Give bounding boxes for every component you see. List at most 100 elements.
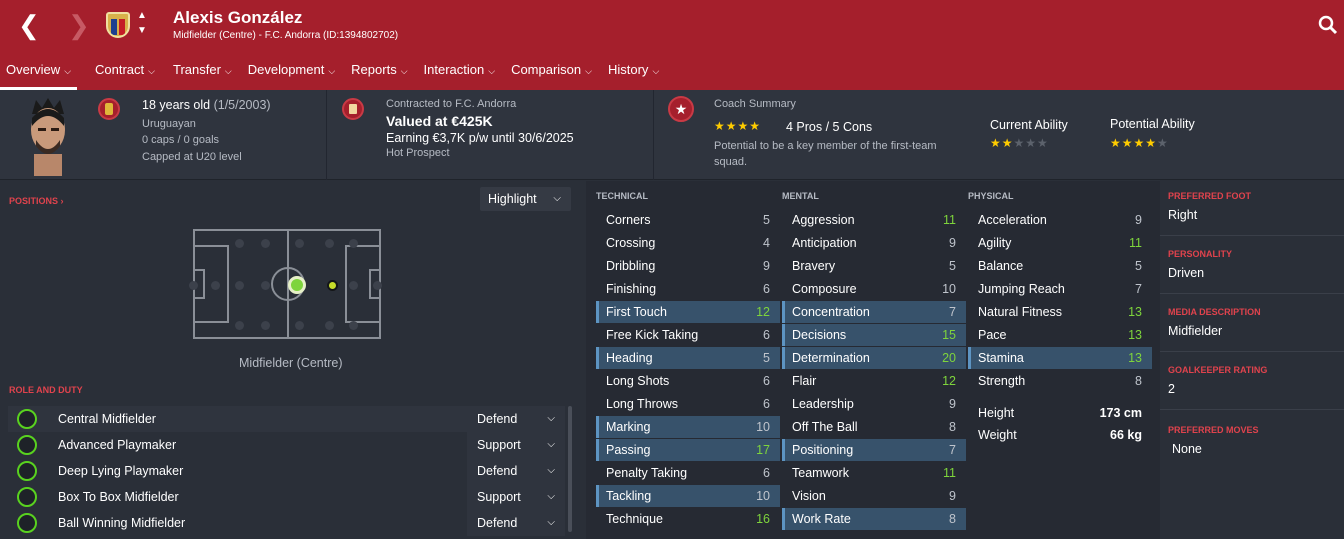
technical-attribute-row[interactable]: Heading 5 xyxy=(596,347,780,369)
attribute-value: 5 xyxy=(1135,259,1142,273)
role-row[interactable]: Central Midfielder Defend ⌵ xyxy=(8,406,565,432)
technical-attribute-row[interactable]: Long Throws 6 xyxy=(596,393,780,415)
tab-development[interactable]: Development ⌵ xyxy=(242,56,341,90)
pros-cons-text: 4 Pros / 5 Cons xyxy=(786,120,873,134)
technical-attribute-row[interactable]: Penalty Taking 6 xyxy=(596,462,780,484)
role-row[interactable]: Advanced Playmaker Support ⌵ xyxy=(8,432,565,458)
role-row[interactable]: Box To Box Midfielder Support ⌵ xyxy=(8,484,565,510)
mental-attribute-row[interactable]: Composure 10 xyxy=(782,278,966,300)
mental-attribute-row[interactable]: Work Rate 8 xyxy=(782,508,966,530)
duty-dropdown[interactable]: Defend ⌵ xyxy=(467,406,565,432)
technical-attribute-row[interactable]: Technique 16 xyxy=(596,508,780,530)
physical-attribute-row[interactable]: Balance 5 xyxy=(968,255,1152,277)
attribute-name: Pace xyxy=(978,328,1007,342)
attribute-value: 7 xyxy=(949,305,956,319)
attribute-name: Balance xyxy=(978,259,1024,273)
attribute-value: 11 xyxy=(943,466,956,480)
mental-attribute-row[interactable]: Vision 9 xyxy=(782,485,966,507)
attribute-name: Penalty Taking xyxy=(606,466,688,480)
tab-overview[interactable]: Overview ⌵ xyxy=(0,56,78,90)
technical-attribute-row[interactable]: Crossing 4 xyxy=(596,232,780,254)
role-rating-icon xyxy=(17,409,37,429)
roles-scrollbar[interactable] xyxy=(568,406,572,532)
club-crest-icon[interactable] xyxy=(106,12,130,38)
technical-attribute-row[interactable]: Dribbling 9 xyxy=(596,255,780,277)
attribute-value: 5 xyxy=(763,351,770,365)
accomplished-position-marker xyxy=(327,280,338,291)
physical-attribute-row[interactable]: Jumping Reach 7 xyxy=(968,278,1152,300)
physical-attribute-row[interactable]: Strength 8 xyxy=(968,370,1152,392)
role-rating-icon xyxy=(17,487,37,507)
weight-row: Weight 66 kg xyxy=(968,424,1152,446)
forward-arrow-icon[interactable]: ❯ xyxy=(68,12,90,38)
attribute-name: Acceleration xyxy=(978,213,1047,227)
mental-attribute-row[interactable]: Positioning 7 xyxy=(782,439,966,461)
technical-attribute-row[interactable]: Passing 17 xyxy=(596,439,780,461)
attribute-value: 12 xyxy=(756,305,770,319)
search-icon[interactable] xyxy=(1318,15,1338,35)
mental-attribute-row[interactable]: Anticipation 9 xyxy=(782,232,966,254)
attribute-value: 5 xyxy=(763,213,770,227)
technical-attribute-row[interactable]: Tackling 10 xyxy=(596,485,780,507)
mental-attribute-row[interactable]: Flair 12 xyxy=(782,370,966,392)
technical-attribute-row[interactable]: Free Kick Taking 6 xyxy=(596,324,780,346)
attribute-value: 13 xyxy=(1128,305,1142,319)
technical-attribute-row[interactable]: First Touch 12 xyxy=(596,301,780,323)
tab-transfer[interactable]: Transfer ⌵ xyxy=(167,56,238,90)
duty-dropdown[interactable]: Support ⌵ xyxy=(467,484,565,510)
mental-attribute-row[interactable]: Concentration 7 xyxy=(782,301,966,323)
age-text: 18 years old xyxy=(142,98,211,112)
duty-dropdown[interactable]: Defend ⌵ xyxy=(467,510,565,536)
tab-contract[interactable]: Contract ⌵ xyxy=(89,56,161,90)
attribute-value: 6 xyxy=(763,466,770,480)
technical-attribute-row[interactable]: Finishing 6 xyxy=(596,278,780,300)
tab-comparison[interactable]: Comparison ⌵ xyxy=(505,56,598,90)
caps-text: 0 caps / 0 goals xyxy=(142,134,220,146)
tab-interaction[interactable]: Interaction ⌵ xyxy=(418,56,502,90)
mental-attribute-row[interactable]: Leadership 9 xyxy=(782,393,966,415)
role-rating-icon xyxy=(17,513,37,533)
mental-attribute-row[interactable]: Aggression 11 xyxy=(782,209,966,231)
attribute-name: Dribbling xyxy=(606,259,656,273)
tab-reports[interactable]: Reports ⌵ xyxy=(345,56,413,90)
attribute-name: Aggression xyxy=(792,213,855,227)
technical-header: TECHNICAL xyxy=(596,191,648,201)
weight-value: 66 kg xyxy=(1110,428,1142,442)
physical-attribute-row[interactable]: Pace 13 xyxy=(968,324,1152,346)
profile-panel: PREFERRED FOOT Right PERSONALITY Driven ME… xyxy=(1160,181,1344,539)
player-info-strip: 18 years old (1/5/2003) Uruguayan 0 caps… xyxy=(0,90,1344,180)
duty-dropdown[interactable]: Defend ⌵ xyxy=(467,458,565,484)
physical-attribute-row[interactable]: Natural Fitness 13 xyxy=(968,301,1152,323)
attribute-value: 9 xyxy=(949,397,956,411)
technical-attribute-row[interactable]: Corners 5 xyxy=(596,209,780,231)
club-contract-icon xyxy=(342,98,364,120)
mental-attribute-row[interactable]: Off The Ball 8 xyxy=(782,416,966,438)
positions-label[interactable]: POSITIONS › xyxy=(9,196,64,206)
technical-attribute-row[interactable]: Long Shots 6 xyxy=(596,370,780,392)
player-switch-up-icon[interactable]: ▲ xyxy=(137,10,147,21)
attribute-value: 20 xyxy=(942,351,956,365)
weight-label: Weight xyxy=(978,428,1017,442)
attribute-name: Composure xyxy=(792,282,857,296)
physical-attribute-row[interactable]: Acceleration 9 xyxy=(968,209,1152,231)
physical-attribute-row[interactable]: Stamina 13 xyxy=(968,347,1152,369)
mental-attribute-row[interactable]: Decisions 15 xyxy=(782,324,966,346)
duty-dropdown[interactable]: Support ⌵ xyxy=(467,432,565,458)
attribute-name: Agility xyxy=(978,236,1012,250)
role-row[interactable]: Deep Lying Playmaker Defend ⌵ xyxy=(8,458,565,484)
header-bar: ❮ ❯ ▲ ▼ Alexis González Midfielder (Cent… xyxy=(0,0,1344,90)
player-switch-down-icon[interactable]: ▼ xyxy=(137,25,147,36)
mental-attribute-row[interactable]: Determination 20 xyxy=(782,347,966,369)
mental-attribute-row[interactable]: Teamwork 11 xyxy=(782,462,966,484)
mental-attribute-row[interactable]: Bravery 5 xyxy=(782,255,966,277)
technical-attribute-row[interactable]: Marking 10 xyxy=(596,416,780,438)
back-arrow-icon[interactable]: ❮ xyxy=(18,12,40,38)
physical-attribute-row[interactable]: Agility 11 xyxy=(968,232,1152,254)
highlight-dropdown[interactable]: Highlight ⌵ xyxy=(480,187,571,211)
role-row[interactable]: Ball Winning Midfielder Defend ⌵ xyxy=(8,510,565,536)
attribute-value: 9 xyxy=(949,236,956,250)
player-name: Alexis González xyxy=(173,8,303,27)
attribute-value: 6 xyxy=(763,374,770,388)
attribute-value: 7 xyxy=(949,443,956,457)
tab-history[interactable]: History ⌵ xyxy=(602,56,665,90)
